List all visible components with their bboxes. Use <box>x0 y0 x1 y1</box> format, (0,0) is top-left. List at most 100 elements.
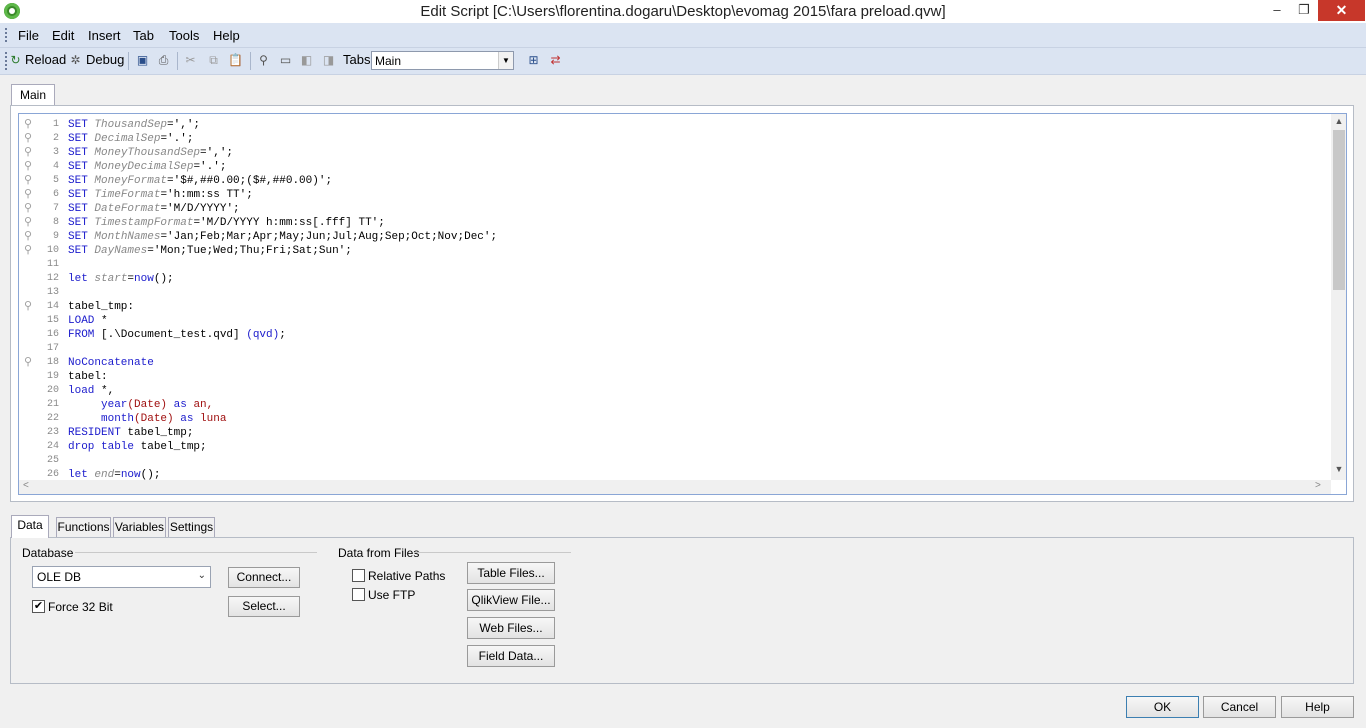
script-line[interactable]: 19 tabel: <box>19 370 1329 384</box>
menu-insert[interactable]: Insert <box>88 28 121 43</box>
script-line[interactable]: ⚲ 10 SET DayNames='Mon;Tue;Wed;Thu;Fri;Sat… <box>19 244 1329 258</box>
script-line[interactable]: 20 load *, <box>19 384 1329 398</box>
folder-icon[interactable]: ▭ <box>278 53 293 68</box>
tab-main[interactable]: Main <box>11 84 55 106</box>
bookmark-pin-icon[interactable]: ⚲ <box>24 217 36 229</box>
cut-icon[interactable]: ✂ <box>183 53 198 68</box>
menu-tools[interactable]: Tools <box>169 28 199 43</box>
bookmark-pin-icon[interactable]: ⚲ <box>24 203 36 215</box>
tab-variables[interactable]: Variables <box>113 517 166 537</box>
tab-left-icon[interactable]: ◧ <box>299 53 314 68</box>
tabs-dropdown[interactable]: Main ▼ <box>371 51 514 70</box>
chevron-down-icon[interactable]: ⌄ <box>198 570 206 581</box>
scroll-up-icon[interactable]: ▲ <box>1331 116 1346 128</box>
toolbar-separator <box>250 52 251 70</box>
script-line[interactable]: ⚲ 1 SET ThousandSep=','; <box>19 118 1329 132</box>
reload-button[interactable]: Reload <box>25 52 66 70</box>
syntax-check-icon[interactable]: ⇄ <box>548 53 563 68</box>
script-line[interactable]: 21 year(Date) as an, <box>19 398 1329 412</box>
script-line[interactable]: 25 <box>19 454 1329 468</box>
bookmark-pin-icon[interactable]: ⚲ <box>24 147 36 159</box>
script-line[interactable]: ⚲ 6 SET TimeFormat='h:mm:ss TT'; <box>19 188 1329 202</box>
tab-data[interactable]: Data <box>11 515 49 538</box>
code-area[interactable]: ⚲ 1 SET ThousandSep=','; ⚲ 2 SET DecimalSep='… <box>19 114 1331 481</box>
script-line[interactable]: ⚲ 8 SET TimestampFormat='M/D/YYYY h:mm:ss[… <box>19 216 1329 230</box>
script-line[interactable]: 13 <box>19 286 1329 300</box>
bookmark-pin-icon[interactable]: ⚲ <box>24 357 36 369</box>
bookmark-pin-icon[interactable]: ⚲ <box>24 133 36 145</box>
bookmark-pin-icon[interactable]: ⚲ <box>24 175 36 187</box>
ok-button[interactable]: OK <box>1126 696 1199 718</box>
save-icon[interactable]: ▣ <box>135 53 150 68</box>
print-icon[interactable]: ⎙ <box>156 53 171 68</box>
script-line[interactable]: 22 month(Date) as luna <box>19 412 1329 426</box>
script-line[interactable]: 15 LOAD * <box>19 314 1329 328</box>
menu-tab[interactable]: Tab <box>133 28 154 43</box>
scroll-right-icon[interactable]: > <box>1315 480 1321 491</box>
horizontal-scrollbar[interactable]: < > <box>19 480 1331 494</box>
script-line[interactable]: ⚲ 5 SET MoneyFormat='$#,##0.00;($#,##0.00)… <box>19 174 1329 188</box>
relative-paths-checkbox[interactable] <box>352 569 365 582</box>
help-button[interactable]: Help <box>1281 696 1354 718</box>
script-line[interactable]: ⚲ 9 SET MonthNames='Jan;Feb;Mar;Apr;May;Ju… <box>19 230 1329 244</box>
menu-file[interactable]: File <box>18 28 39 43</box>
bookmark-pin-icon[interactable]: ⚲ <box>24 189 36 201</box>
bookmark-pin-icon[interactable]: ⚲ <box>24 119 36 131</box>
scroll-left-icon[interactable]: < <box>23 480 29 491</box>
debug-button[interactable]: Debug <box>86 52 124 70</box>
code-token: SET <box>68 189 88 201</box>
script-line[interactable]: ⚲ 18 NoConcatenate <box>19 356 1329 370</box>
scroll-down-icon[interactable]: ▼ <box>1331 464 1346 476</box>
script-line[interactable]: 17 <box>19 342 1329 356</box>
script-line[interactable]: ⚲ 2 SET DecimalSep='.'; <box>19 132 1329 146</box>
table-files-button[interactable]: Table Files... <box>467 562 555 584</box>
script-line[interactable]: ⚲ 3 SET MoneyThousandSep=','; <box>19 146 1329 160</box>
script-line[interactable]: 23 RESIDENT tabel_tmp; <box>19 426 1329 440</box>
script-line[interactable]: ⚲ 7 SET DateFormat='M/D/YYYY'; <box>19 202 1329 216</box>
bookmark-pin-icon[interactable]: ⚲ <box>24 301 36 313</box>
code-token: (qvd) <box>246 329 280 341</box>
code-token: ='Mon;Tue;Wed;Thu;Fri;Sat;Sun'; <box>147 245 352 257</box>
script-line[interactable]: 24 drop table tabel_tmp; <box>19 440 1329 454</box>
tab-settings[interactable]: Settings <box>168 517 215 537</box>
scroll-thumb[interactable] <box>1333 130 1345 290</box>
qlikview-file-button[interactable]: QlikView File... <box>467 589 555 611</box>
chevron-down-icon[interactable]: ▼ <box>498 52 513 69</box>
tab-right-icon[interactable]: ◨ <box>321 53 336 68</box>
reload-icon[interactable]: ↻ <box>8 53 23 68</box>
bookmark-pin-icon[interactable]: ⚲ <box>24 231 36 243</box>
select-button[interactable]: Select... <box>228 596 300 617</box>
minimize-button[interactable]: – <box>1262 0 1292 22</box>
paste-icon[interactable]: 📋 <box>228 53 243 68</box>
bookmark-pin-icon[interactable]: ⚲ <box>24 245 36 257</box>
script-line[interactable]: ⚲ 4 SET MoneyDecimalSep='.'; <box>19 160 1329 174</box>
menu-bar: File Edit Insert Tab Tools Help <box>0 23 1366 48</box>
script-line[interactable]: 12 let start=now(); <box>19 272 1329 286</box>
database-select[interactable]: OLE DB ⌄ <box>32 566 211 588</box>
script-line[interactable]: ⚲ 14 tabel_tmp: <box>19 300 1329 314</box>
cancel-button[interactable]: Cancel <box>1203 696 1276 718</box>
script-line[interactable]: 11 <box>19 258 1329 272</box>
force32-checkbox[interactable]: ✔ <box>32 600 45 613</box>
close-button[interactable]: ✕ <box>1318 0 1365 21</box>
script-editor[interactable]: ⚲ 1 SET ThousandSep=','; ⚲ 2 SET DecimalSep='… <box>18 113 1347 495</box>
copy-icon[interactable]: ⧉ <box>206 53 221 68</box>
line-number: 18 <box>46 357 59 368</box>
menu-help[interactable]: Help <box>213 28 240 43</box>
code-token: (); <box>153 273 174 285</box>
tab-functions[interactable]: Functions <box>56 517 111 537</box>
search-icon[interactable]: ⚲ <box>256 53 271 68</box>
maximize-button[interactable]: ❐ <box>1289 0 1319 22</box>
code-token: ='.'; <box>160 133 194 145</box>
code-token: year <box>68 399 128 411</box>
table-viewer-icon[interactable]: ⊞ <box>526 53 541 68</box>
bookmark-pin-icon[interactable]: ⚲ <box>24 161 36 173</box>
use-ftp-checkbox[interactable] <box>352 588 365 601</box>
connect-button[interactable]: Connect... <box>228 567 300 588</box>
script-line[interactable]: 16 FROM [.\Document_test.qvd] (qvd); <box>19 328 1329 342</box>
vertical-scrollbar[interactable]: ▲ ▼ <box>1331 114 1346 480</box>
field-data-button[interactable]: Field Data... <box>467 645 555 667</box>
menu-edit[interactable]: Edit <box>52 28 74 43</box>
debug-icon[interactable]: ✲ <box>68 53 83 68</box>
web-files-button[interactable]: Web Files... <box>467 617 555 639</box>
